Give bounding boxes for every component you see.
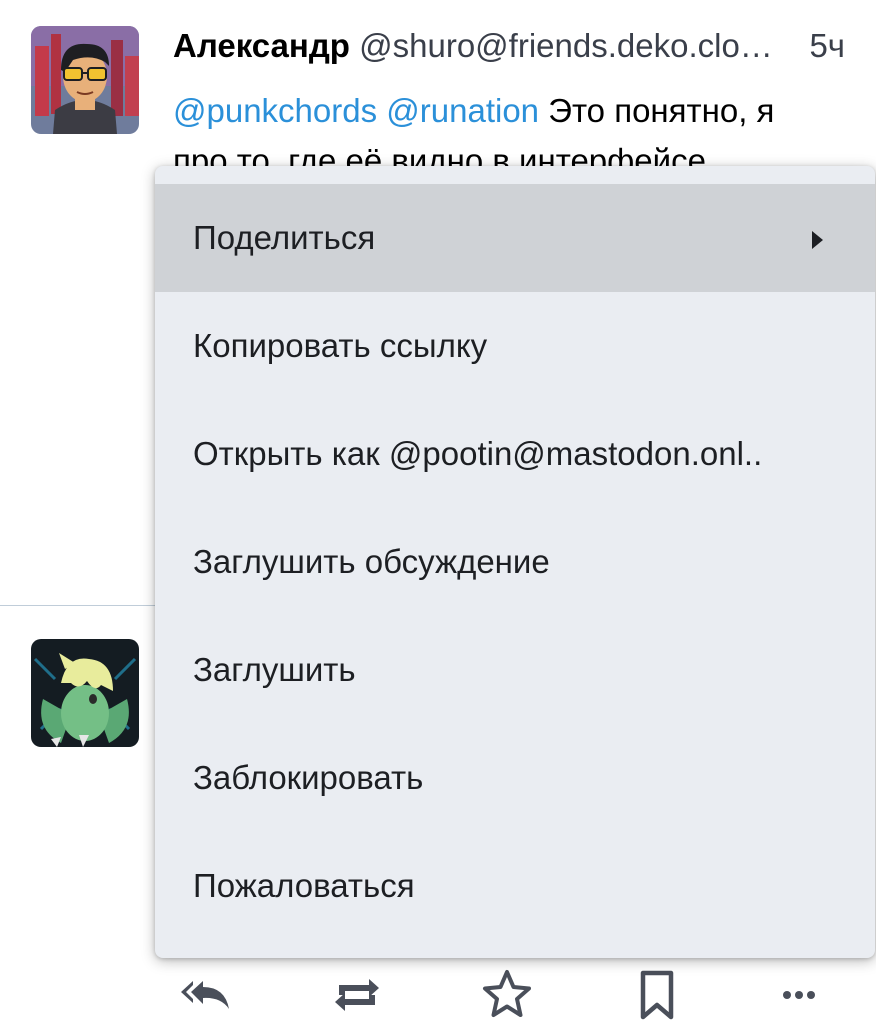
status-text: Это понятно, я: [548, 92, 775, 129]
mention-link[interactable]: @runation: [386, 92, 539, 129]
star-icon: [483, 970, 531, 1017]
menu-item-open-as[interactable]: Открыть как @pootin@mastodon.onl..: [155, 400, 875, 508]
page: Александр @shuro@friends.deko.clo… 5ч @p…: [0, 0, 876, 1034]
context-menu: Поделиться Копировать ссылку Открыть как…: [155, 166, 875, 958]
avatar-image: [31, 639, 139, 747]
favourite-button[interactable]: [477, 965, 537, 1025]
menu-item-report[interactable]: Пожаловаться: [155, 832, 875, 940]
menu-item-mute-conversation[interactable]: Заглушить обсуждение: [155, 508, 875, 616]
status-timestamp[interactable]: 5ч: [809, 24, 845, 68]
menu-item-mute[interactable]: Заглушить: [155, 616, 875, 724]
account-handle[interactable]: @shuro@friends.deko.clo…: [359, 27, 773, 64]
menu-item-label: Заглушить обсуждение: [193, 543, 550, 580]
status-header[interactable]: Александр @shuro@friends.deko.clo… 5ч: [173, 24, 845, 68]
more-icon: [783, 991, 815, 999]
menu-item-label: Открыть как @pootin@mastodon.onl..: [193, 435, 763, 472]
menu-item-copy-link[interactable]: Копировать ссылку: [155, 292, 875, 400]
boost-icon: [335, 979, 379, 1011]
menu-item-label: Поделиться: [193, 219, 376, 256]
reply-all-button[interactable]: [177, 965, 237, 1025]
status-content: @punkchords @runation Это понятно, я про…: [173, 86, 863, 166]
menu-item-label: Пожаловаться: [193, 867, 415, 904]
display-name[interactable]: Александр: [173, 27, 350, 64]
avatar[interactable]: [31, 639, 139, 747]
reply-all-icon: [181, 981, 229, 1009]
bookmark-icon: [640, 970, 674, 1020]
menu-item-label: Заглушить: [193, 651, 356, 688]
avatar[interactable]: [31, 26, 139, 134]
menu-item-label: Заблокировать: [193, 759, 424, 796]
avatar-image: [31, 26, 139, 134]
menu-item-block[interactable]: Заблокировать: [155, 724, 875, 832]
status-text-line: про то, где её видно в интерфейсе.: [173, 142, 716, 166]
boost-button[interactable]: [327, 965, 387, 1025]
menu-item-label: Копировать ссылку: [193, 327, 488, 364]
status-text-line: @punkchords @runation Это понятно, я: [173, 86, 863, 136]
submenu-arrow-icon: [812, 231, 823, 249]
bookmark-button[interactable]: [627, 965, 687, 1025]
more-button[interactable]: [769, 965, 829, 1025]
status-action-bar: [0, 955, 876, 1034]
menu-item-share[interactable]: Поделиться: [155, 184, 875, 292]
mention-link[interactable]: @punkchords: [173, 92, 377, 129]
